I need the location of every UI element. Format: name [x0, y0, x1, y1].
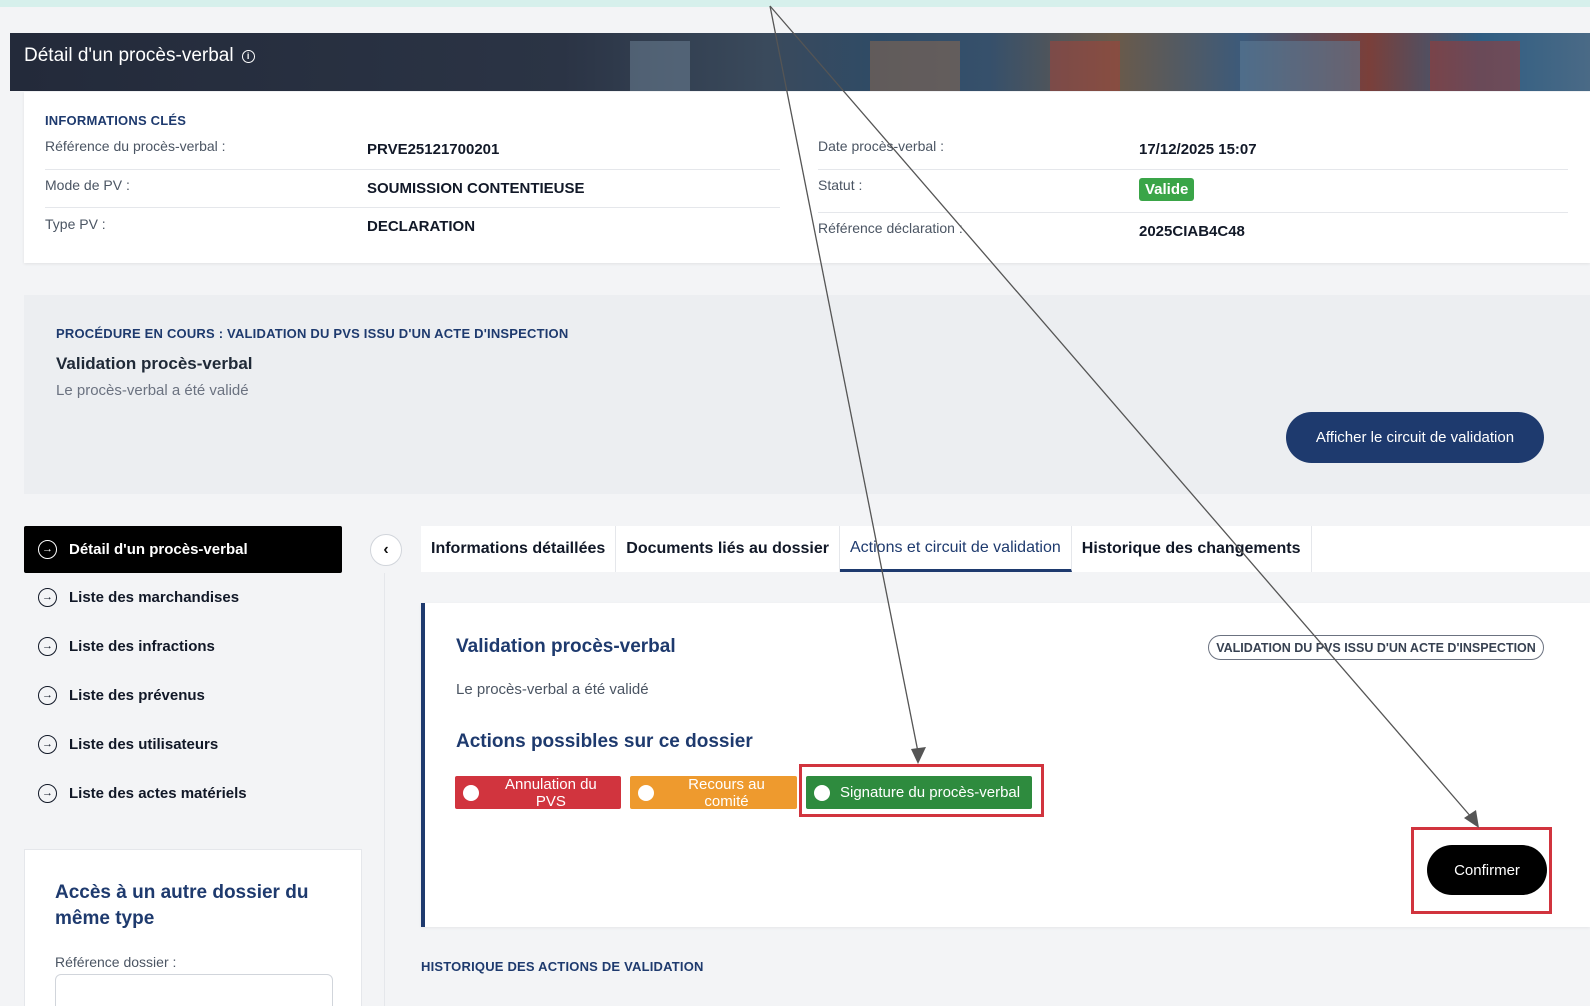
sidebar-item-defendants[interactable]: → Liste des prévenus: [24, 671, 342, 720]
sidebar-item-label: Liste des marchandises: [69, 589, 240, 606]
sidebar-item-merchandise[interactable]: → Liste des marchandises: [24, 573, 342, 622]
divider: [45, 169, 780, 170]
procedure-label: PROCÉDURE EN COURS : VALIDATION DU PVS I…: [56, 326, 569, 341]
arrow-right-circle-icon: →: [38, 686, 57, 705]
container-stack-image: [1430, 41, 1520, 91]
file-reference-input[interactable]: [55, 974, 333, 1006]
tab-bar: Informations détaillées Documents liés a…: [421, 526, 1590, 572]
pv-type-label: Type PV :: [45, 216, 106, 232]
file-reference-label: Référence dossier :: [55, 954, 177, 970]
annotation-highlight-box: [799, 764, 1044, 817]
declaration-reference-value: 2025CIAB4C48: [1139, 223, 1245, 240]
declaration-reference-label: Référence déclaration :: [818, 220, 963, 236]
committee-appeal-button[interactable]: Recours au comité: [630, 775, 797, 810]
pv-reference-label: Référence du procès-verbal :: [45, 138, 226, 154]
key-info-card: INFORMATIONS CLÉS Référence du procès-ve…: [24, 92, 1590, 263]
arrow-right-circle-icon: →: [38, 637, 57, 656]
action-label: Recours au comité: [688, 775, 765, 810]
divider: [818, 212, 1568, 213]
sidebar-item-label: Détail d'un procès-verbal: [69, 541, 248, 558]
tab-linked-documents[interactable]: Documents liés au dossier: [616, 526, 840, 572]
tab-change-history[interactable]: Historique des changements: [1072, 526, 1312, 572]
arrow-right-circle-icon: →: [38, 784, 57, 803]
sidebar-item-material-acts[interactable]: → Liste des actes matériels: [24, 769, 342, 818]
tab-detailed-info[interactable]: Informations détaillées: [421, 526, 617, 572]
pv-mode-label: Mode de PV :: [45, 177, 130, 193]
pv-date-label: Date procès-verbal :: [818, 138, 945, 154]
procedure-title: Validation procès-verbal: [56, 354, 253, 373]
status-badge-text: Valide: [1139, 178, 1195, 201]
sidebar-item-pv-detail[interactable]: → Détail d'un procès-verbal: [24, 526, 342, 573]
access-other-file-title: Accès à un autre dossier du même type: [55, 882, 309, 929]
procedure-card: PROCÉDURE EN COURS : VALIDATION DU PVS I…: [24, 295, 1590, 494]
column-divider: [384, 573, 385, 1006]
sidebar-item-users[interactable]: → Liste des utilisateurs: [24, 720, 342, 769]
collapse-sidebar-button[interactable]: ‹: [370, 534, 402, 566]
tab-actions-validation[interactable]: Actions et circuit de validation: [840, 526, 1072, 572]
chevron-left-icon: ‹: [383, 541, 389, 558]
pv-reference-value: PRVE25121700201: [367, 141, 500, 158]
validation-card: Validation procès-verbal VALIDATION DU P…: [421, 603, 1590, 927]
page-title: Détail d'un procès-verbal i: [24, 45, 255, 67]
possible-actions-title: Actions possibles sur ce dossier: [456, 731, 753, 752]
action-label: Annulation du PVS: [505, 775, 597, 810]
validation-title: Validation procès-verbal: [456, 636, 676, 657]
radio-icon: [463, 784, 479, 801]
arrow-right-circle-icon: →: [38, 735, 57, 754]
container-stack-image: [870, 41, 960, 91]
container-stack-image: [1240, 41, 1360, 91]
arrow-right-circle-icon: →: [38, 540, 57, 559]
cancel-pvs-button[interactable]: Annulation du PVS: [455, 775, 621, 810]
pv-type-value: DECLARATION: [367, 218, 476, 235]
arrow-right-circle-icon: →: [38, 588, 57, 607]
procedure-badge: VALIDATION DU PVS ISSU D'UN ACTE D'INSPE…: [1208, 635, 1544, 660]
info-icon[interactable]: i: [241, 49, 255, 63]
status-label: Statut :: [818, 177, 863, 193]
validation-history-label: HISTORIQUE DES ACTIONS DE VALIDATION: [421, 959, 704, 974]
radio-icon: [638, 784, 654, 801]
sidebar-item-label: Liste des utilisateurs: [69, 736, 219, 753]
page-banner: Détail d'un procès-verbal i: [10, 33, 1590, 91]
pv-mode-value: SOUMISSION CONTENTIEUSE: [367, 180, 585, 197]
access-other-file-card: Accès à un autre dossier du même type Ré…: [24, 849, 362, 1006]
show-validation-circuit-button[interactable]: Afficher le circuit de validation: [1286, 412, 1544, 463]
procedure-description: Le procès-verbal a été validé: [56, 382, 249, 399]
container-stack-image: [1050, 41, 1120, 91]
sidebar-item-label: Liste des infractions: [69, 638, 215, 655]
top-strip: [0, 0, 1590, 7]
page-title-text: Détail d'un procès-verbal: [24, 45, 234, 66]
container-stack-image: [630, 41, 690, 91]
validation-description: Le procès-verbal a été validé: [456, 681, 649, 698]
divider: [818, 169, 1568, 170]
divider: [45, 207, 780, 208]
annotation-highlight-box: [1411, 827, 1552, 914]
status-badge: Valide: [1139, 178, 1195, 201]
key-info-section-label: INFORMATIONS CLÉS: [45, 113, 187, 128]
sidebar-item-label: Liste des actes matériels: [69, 785, 247, 802]
sidebar-nav: → Détail d'un procès-verbal → Liste des …: [24, 526, 342, 818]
sidebar-item-infractions[interactable]: → Liste des infractions: [24, 622, 342, 671]
sidebar-item-label: Liste des prévenus: [69, 687, 205, 704]
pv-date-value: 17/12/2025 15:07: [1139, 141, 1257, 158]
